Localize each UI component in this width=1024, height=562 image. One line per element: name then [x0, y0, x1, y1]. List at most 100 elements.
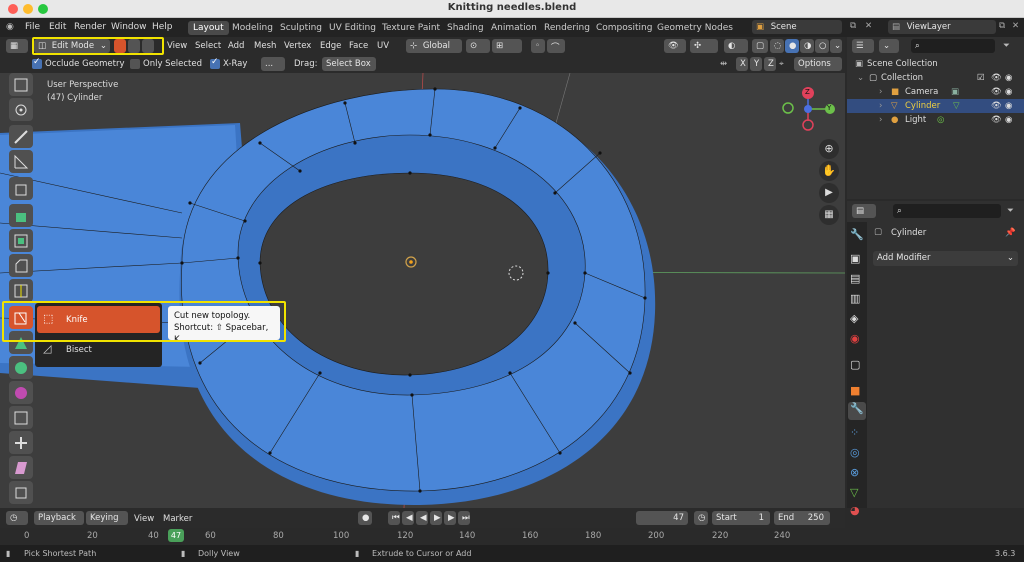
filter-icon[interactable]: ⏷ — [1003, 41, 1010, 51]
proportional-edit-button[interactable]: ◦ — [531, 39, 545, 53]
header-menu-edge[interactable]: Edge — [320, 41, 341, 51]
particles-tab-icon[interactable]: ⁘ — [850, 426, 859, 439]
rip-tool-button[interactable] — [9, 481, 33, 504]
tool-tab-icon[interactable]: 🔧 — [850, 228, 864, 241]
outliner-row-collection[interactable]: ⌄ ▢ Collection ☑ 👁 ◉ — [847, 71, 1024, 85]
menu-render[interactable]: Render — [74, 22, 106, 32]
visibility-button[interactable]: 👁 — [664, 39, 686, 53]
outliner-search-input[interactable]: ⌕ — [911, 39, 995, 53]
only-selected-checkbox[interactable] — [130, 59, 140, 69]
gizmo-toggle-button[interactable]: ✣ — [690, 39, 718, 53]
light-visibility-icon[interactable]: 👁 — [991, 115, 1002, 125]
measure-tool-button[interactable] — [9, 150, 33, 173]
overlay-toggle-button[interactable]: ◐ — [724, 39, 748, 53]
tab-rendering[interactable]: Rendering — [539, 21, 595, 35]
mirror-y-toggle[interactable]: Y — [750, 57, 762, 71]
mirror-z-toggle[interactable]: Z — [764, 57, 776, 71]
tab-sculpting[interactable]: Sculpting — [275, 21, 327, 35]
edge-slide-tool-button[interactable] — [9, 406, 33, 429]
jump-start-button[interactable]: ⏮ — [388, 511, 400, 525]
shading-rendered-button[interactable]: ○ — [815, 39, 829, 53]
transform-orientation-dropdown[interactable]: ⊹ Global — [406, 39, 462, 53]
expand-arrow-icon[interactable]: › — [879, 87, 882, 97]
annotate-tool-button[interactable] — [9, 125, 33, 148]
properties-options-icon[interactable]: ⏷ — [1007, 206, 1014, 216]
options-dropdown[interactable]: Options — [794, 57, 842, 71]
tab-shading[interactable]: Shading — [442, 21, 489, 35]
keying-dropdown[interactable]: Keying — [86, 511, 128, 525]
extrude-tool-button[interactable] — [9, 204, 33, 227]
viewport-scene[interactable] — [0, 73, 845, 508]
viewlayer-selector[interactable]: ▤ ViewLayer — [888, 20, 996, 34]
header-menu-uv[interactable]: UV — [377, 41, 389, 51]
jump-end-button[interactable]: ⏭ — [458, 511, 470, 525]
shading-options-button[interactable]: ⌄ — [830, 39, 842, 53]
data-tab-icon[interactable]: ▽ — [850, 486, 858, 499]
outliner-editor-type-button[interactable]: ☰ — [852, 39, 874, 53]
outliner-row-scene-collection[interactable]: ▣ Scene Collection — [847, 57, 1024, 71]
3d-viewport[interactable]: User Perspective (47) Cylinder Y Z ⊕ ✋ ▶… — [0, 73, 845, 508]
scene-selector[interactable]: ▣ Scene — [752, 20, 842, 34]
drag-select-box-dropdown[interactable]: Select Box — [322, 57, 376, 71]
xray-checkbox[interactable] — [210, 57, 220, 69]
menu-window[interactable]: Window — [111, 22, 147, 32]
viewlayer-copy-icon[interactable]: ⧉ — [999, 21, 1005, 31]
xray-toggle-button[interactable]: ▢ — [752, 39, 768, 53]
tab-uv-editing[interactable]: UV Editing — [324, 21, 381, 35]
cylinder-visibility-icon[interactable]: 👁 — [991, 101, 1002, 111]
tab-geometry-nodes[interactable]: Geometry Nodes — [652, 21, 738, 35]
camera-view-icon[interactable]: ▶ — [819, 183, 839, 203]
collection-visibility-icon[interactable]: 👁 — [991, 73, 1002, 83]
properties-search-input[interactable]: ⌕ — [893, 204, 1001, 218]
object-tab-icon[interactable]: ■ — [850, 384, 860, 397]
navigation-gizmo[interactable]: Y Z — [780, 85, 840, 147]
shear-tool-button[interactable] — [9, 456, 33, 479]
editor-type-button[interactable]: ▦ — [6, 39, 28, 53]
render-tab-icon[interactable]: ▣ — [850, 252, 860, 265]
pin-icon[interactable]: 📌 — [1005, 228, 1016, 238]
world-tab-icon[interactable]: ◉ — [850, 332, 860, 345]
snap-button[interactable]: ⊞ — [492, 39, 522, 53]
light-render-icon[interactable]: ◉ — [1005, 115, 1012, 125]
outliner-row-cylinder[interactable]: › ▽ Cylinder ▽ 👁 ◉ — [847, 99, 1024, 113]
end-frame-field[interactable]: End 250 — [774, 511, 830, 525]
pivot-point-button[interactable]: ⊙ — [466, 39, 490, 53]
collection-exclude-checkbox[interactable]: ☑ — [977, 73, 985, 83]
add-modifier-dropdown[interactable]: Add Modifier ⌄ — [873, 251, 1018, 266]
pan-hand-icon[interactable]: ✋ — [819, 161, 839, 181]
collection-tab-icon[interactable]: ▢ — [850, 358, 860, 371]
shrink-fatten-tool-button[interactable] — [9, 431, 33, 454]
more-options-button[interactable]: ... — [261, 57, 285, 71]
timeline-menu-view[interactable]: View — [134, 514, 154, 524]
grid-perspective-icon[interactable]: ▦ — [819, 205, 839, 225]
outliner-row-light[interactable]: › ● Light ◎ 👁 ◉ — [847, 113, 1024, 127]
outliner-display-mode-button[interactable]: ⌄ — [879, 39, 899, 53]
tab-modeling[interactable]: Modeling — [227, 21, 278, 35]
add-cube-tool-button[interactable] — [9, 177, 33, 200]
playback-dropdown[interactable]: Playback — [34, 511, 84, 525]
preview-range-button[interactable]: ◷ — [694, 511, 708, 525]
expand-arrow-icon[interactable]: › — [879, 115, 882, 125]
proportional-falloff-button[interactable]: ⌒ — [547, 39, 565, 53]
select-tool-button[interactable] — [9, 73, 33, 96]
properties-editor-type-button[interactable]: ▤ — [852, 204, 876, 218]
physics-tab-icon[interactable]: ◎ — [850, 446, 860, 459]
current-frame-field[interactable]: 47 — [636, 511, 688, 525]
modifier-tab-icon[interactable]: 🔧 — [848, 402, 866, 420]
shading-solid-button[interactable]: ● — [785, 39, 799, 53]
expand-arrow-icon[interactable]: › — [879, 101, 882, 111]
header-menu-select[interactable]: Select — [195, 41, 221, 51]
viewlayer-close-icon[interactable]: ✕ — [1012, 21, 1019, 31]
expand-arrow-icon[interactable]: ⌄ — [857, 73, 864, 83]
pin-icon[interactable]: ⌖ — [779, 59, 784, 69]
mirror-icon[interactable]: ⇹ — [720, 59, 727, 69]
start-frame-field[interactable]: Start 1 — [712, 511, 770, 525]
tab-compositing[interactable]: Compositing — [591, 21, 657, 35]
header-menu-add[interactable]: Add — [228, 41, 244, 51]
inset-tool-button[interactable] — [9, 229, 33, 252]
header-menu-mesh[interactable]: Mesh — [254, 41, 276, 51]
cylinder-render-icon[interactable]: ◉ — [1005, 101, 1012, 111]
tab-texture-paint[interactable]: Texture Paint — [377, 21, 445, 35]
outliner-row-camera[interactable]: › ■ Camera ▣ 👁 ◉ — [847, 85, 1024, 99]
shading-wireframe-button[interactable]: ◌ — [770, 39, 784, 53]
